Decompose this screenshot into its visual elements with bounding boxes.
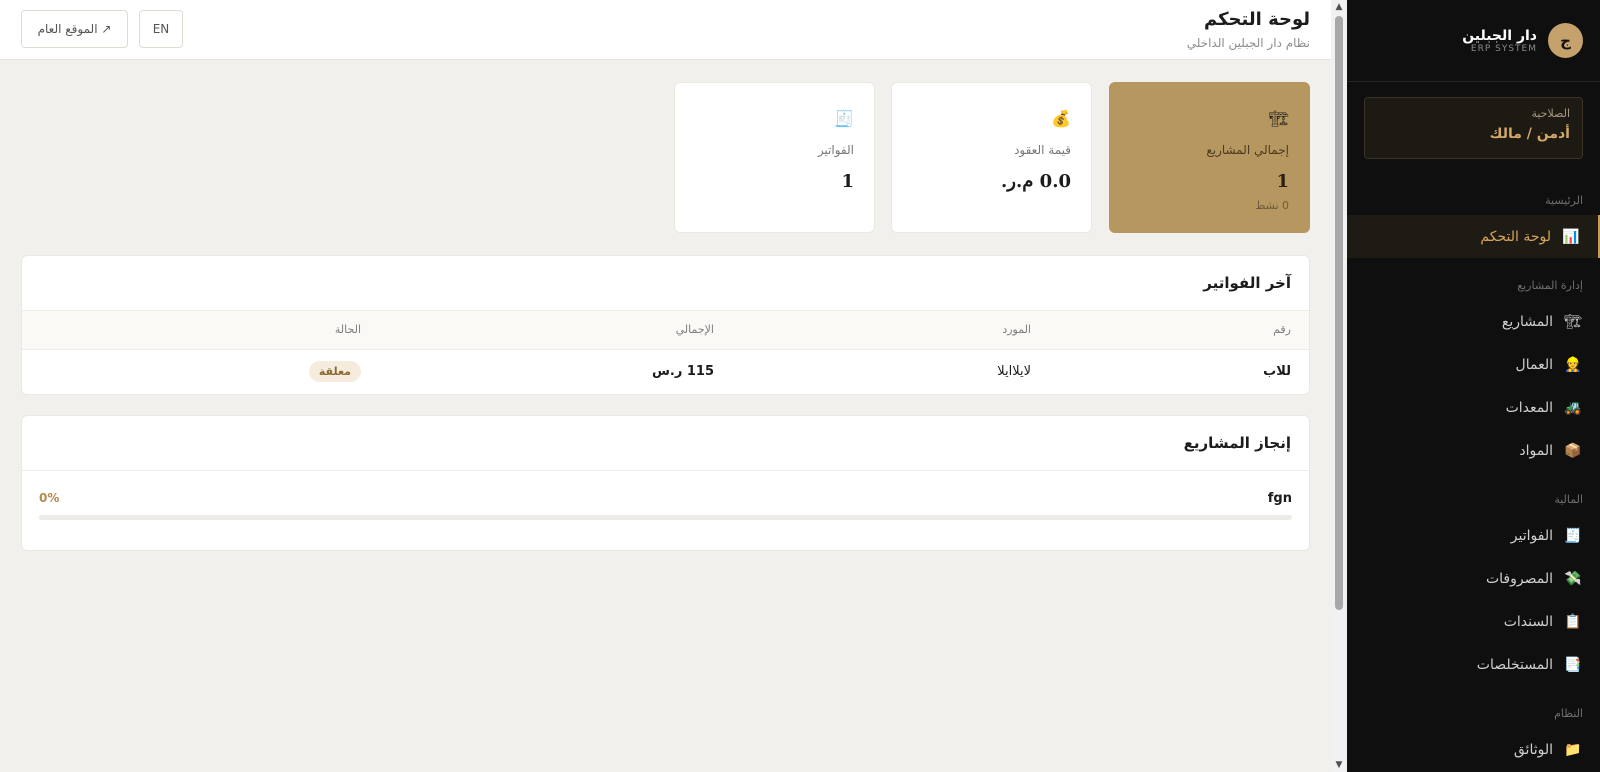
panel-title: إنجاز المشاريع [22,416,1309,471]
language-toggle-button[interactable]: EN [139,10,183,48]
sidebar-item-projects[interactable]: 🏗 المشاريع [1347,300,1600,343]
package-icon: 📦 [1564,442,1582,459]
clipboard-icon: 📋 [1564,613,1582,630]
role-label: الصلاحية [1531,107,1570,120]
public-site-button[interactable]: ↗ الموقع العام [21,10,128,48]
invoice-supplier: لايلاايلا [997,364,1031,380]
bookmark-tabs-icon: 📑 [1564,656,1582,673]
sidebar-item-label: العمال [1515,356,1553,373]
sidebar-item-vouchers[interactable]: 📋 السندات [1347,600,1600,643]
progress-project-name: fgn [1267,491,1292,506]
sidebar-item-label: السندات [1503,613,1553,630]
crane-icon: 🏗 [1564,313,1582,330]
top-header: لوحة التحكم نظام دار الجبلين الداخلي EN … [0,0,1331,60]
stat-value: 0.0 م.ر. [1001,171,1071,192]
stat-card-contracts: 💰 قيمة العقود 0.0 م.ر. [891,82,1092,233]
brand-subtitle: ERP SYSTEM [1470,43,1537,54]
sidebar-item-label: المعدات [1505,399,1553,416]
sidebar-item-label: المستخلصات [1476,656,1553,673]
progress-percent-label: 0% [39,491,60,505]
bar-chart-icon: 📊 [1562,228,1580,245]
tractor-icon: 🚜 [1564,399,1582,416]
stat-value: 1 [1276,171,1289,192]
brand-name: دار الجبلين [1462,27,1537,44]
sidebar: ج دار الجبلين ERP SYSTEM الصلاحية أدمن /… [1347,0,1600,772]
sidebar-item-label: المواد [1519,442,1553,459]
column-header-supplier: المورد [732,311,1049,350]
column-header-number: رقم [1049,311,1309,350]
stat-label: قيمة العقود [1014,143,1071,157]
sidebar-item-workers[interactable]: 👷 العمال [1347,343,1600,386]
money-wings-icon: 💸 [1564,570,1582,587]
invoices-table: رقم المورد الإجمالي الحالة للاب لايلاايل… [22,311,1309,394]
stat-value: 1 [841,171,854,192]
stat-card-projects: 🏗 إجمالي المشاريع 1 0 نشط [1109,82,1310,233]
sidebar-item-label: الفواتير [1510,527,1553,544]
sidebar-item-expenses[interactable]: 💸 المصروفات [1347,557,1600,600]
receipt-icon: 🧾 [834,109,854,128]
table-header-row: رقم المورد الإجمالي الحالة [22,311,1309,350]
sidebar-item-equipment[interactable]: 🚜 المعدات [1347,386,1600,429]
role-value: أدمن / مالك [1489,126,1570,142]
sidebar-item-extracts[interactable]: 📑 المستخلصات [1347,643,1600,686]
latest-invoices-panel: آخر الفواتير رقم المورد الإجمالي الحالة … [21,255,1310,395]
sidebar-item-label: لوحة التحكم [1480,228,1551,245]
role-box: الصلاحية أدمن / مالك [1364,97,1583,159]
folder-icon: 📁 [1564,741,1582,758]
panel-title: آخر الفواتير [22,256,1309,311]
stat-subtext: 0 نشط [1255,199,1289,212]
sidebar-item-label: المشاريع [1501,313,1553,330]
receipt-icon: 🧾 [1564,527,1582,544]
sidebar-item-label: الوثائق [1513,741,1553,758]
page-title: لوحة التحكم [1203,9,1310,30]
brand: ج دار الجبلين ERP SYSTEM [1347,0,1600,82]
section-label-home: الرئيسية [1545,193,1583,207]
vertical-scrollbar[interactable]: ▲ ▼ [1331,0,1347,772]
column-header-total: الإجمالي [379,311,732,350]
stat-label: إجمالي المشاريع [1206,143,1289,157]
sidebar-item-dashboard[interactable]: 📊 لوحة التحكم [1347,215,1600,258]
scrollbar-thumb[interactable] [1335,16,1343,610]
invoice-total: 115 ر.س [651,364,714,380]
scroll-down-arrow-icon[interactable]: ▼ [1331,758,1347,772]
crane-icon: 🏗 [1268,109,1289,128]
section-label-projects: إدارة المشاريع [1517,278,1583,292]
sidebar-item-invoices[interactable]: 🧾 الفواتير [1347,514,1600,557]
sidebar-item-documents[interactable]: 📁 الوثائق [1347,728,1600,771]
sidebar-item-materials[interactable]: 📦 المواد [1347,429,1600,472]
progress-bar-track [39,515,1292,520]
stat-card-invoices: 🧾 الفواتير 1 [674,82,875,233]
logo: ج [1548,23,1583,58]
invoice-number: للاب [1263,364,1291,380]
page-subtitle: نظام دار الجبلين الداخلي [1186,36,1310,50]
projects-progress-panel: إنجاز المشاريع fgn 0% [21,415,1310,551]
scroll-up-arrow-icon[interactable]: ▲ [1331,0,1347,14]
status-badge: معلقة [308,361,361,383]
invoice-status-cell: معلقة [22,349,379,394]
section-label-finance: المالية [1554,492,1583,506]
sidebar-item-label: المصروفات [1485,570,1553,587]
section-label-system: النظام [1554,706,1583,720]
column-header-status: الحالة [22,311,379,350]
worker-icon: 👷 [1564,356,1582,373]
stat-label: الفواتير [817,143,854,157]
table-row[interactable]: للاب لايلاايلا 115 ر.س معلقة [22,349,1309,394]
money-bag-icon: 💰 [1051,109,1071,128]
progress-item: fgn 0% [22,471,1309,506]
